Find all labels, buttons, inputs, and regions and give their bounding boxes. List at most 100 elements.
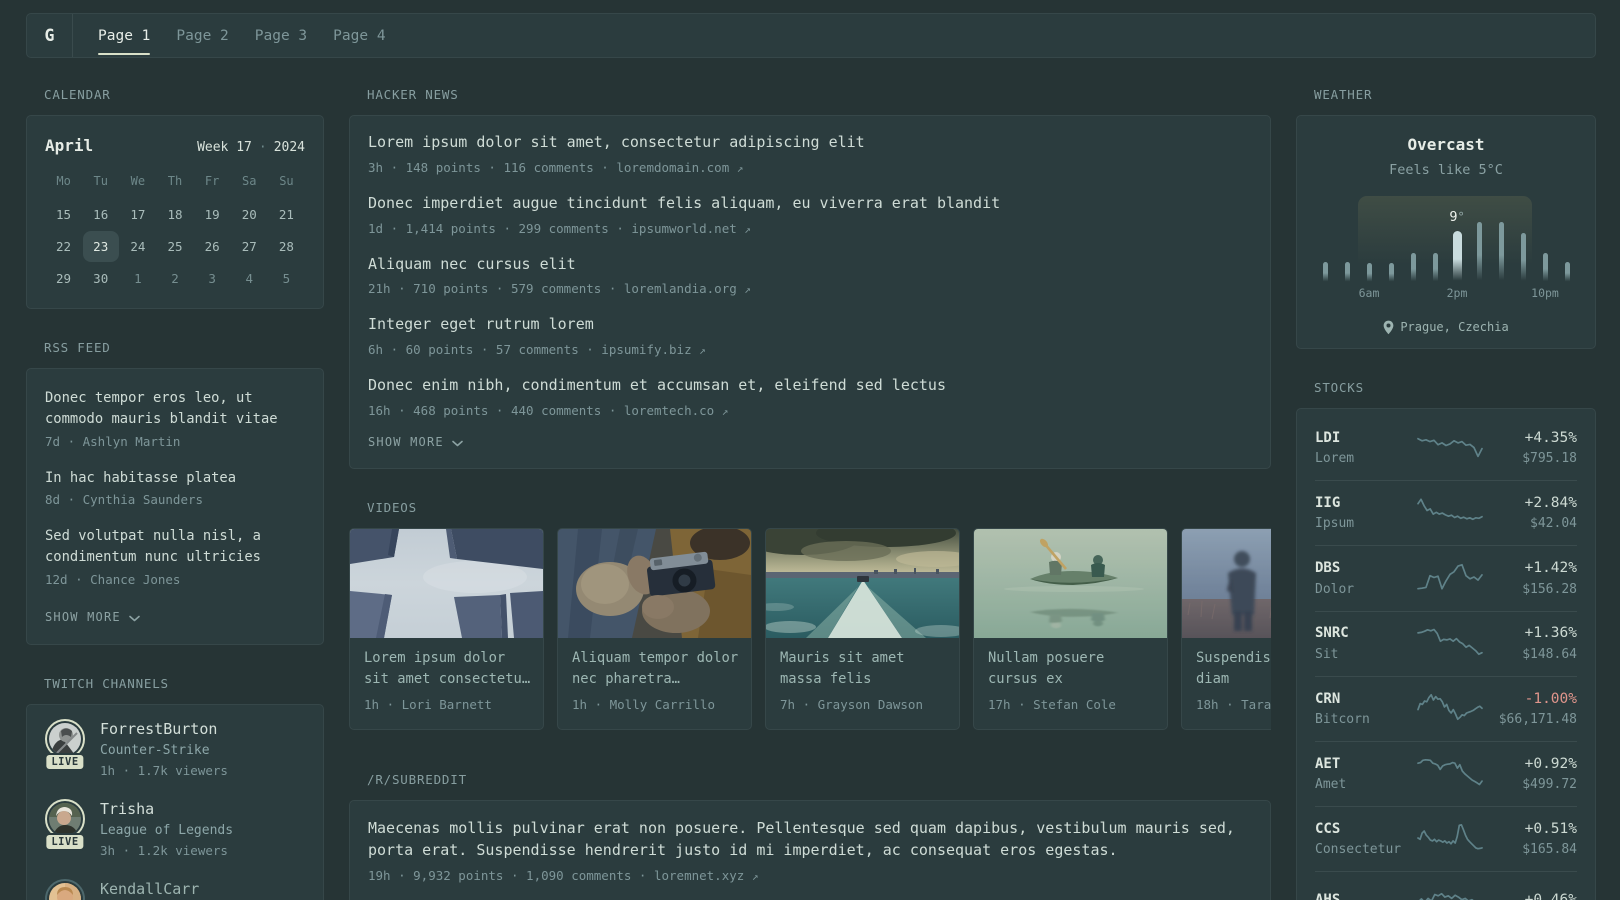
stock-symbol[interactable]: AHS — [1315, 892, 1417, 900]
calendar-day[interactable]: 25 — [156, 230, 193, 262]
calendar-day[interactable]: 18 — [156, 198, 193, 230]
video-thumbnail[interactable] — [974, 529, 1167, 639]
calendar-day[interactable]: 15 — [45, 198, 82, 230]
calendar-day[interactable]: 30 — [82, 262, 119, 294]
rss-item-title[interactable]: Donec tempor eros leo, ut commodo mauris… — [45, 388, 305, 430]
title-line-1: Aliquam tempor dolor — [572, 650, 739, 667]
calendar-day[interactable]: 19 — [194, 198, 231, 230]
calendar-day[interactable]: 16 — [82, 198, 119, 230]
calendar-day[interactable]: 17 — [119, 198, 156, 230]
rss-show-more-button[interactable]: SHOW MORE — [45, 610, 305, 625]
stock-symbol[interactable]: IIG — [1315, 495, 1417, 513]
channel-category[interactable]: League of Legends — [100, 823, 233, 839]
calendar-week-year: Week 17 · 2024 — [197, 140, 305, 155]
reddit-post-title[interactable]: Maecenas mollis pulvinar erat non posuer… — [368, 817, 1252, 862]
video-meta[interactable]: 18h · Tara — [1196, 697, 1271, 712]
hn-story-meta[interactable]: 21h · 710 points · 579 comments · loreml… — [368, 280, 1252, 298]
video-thumbnail[interactable] — [766, 529, 959, 639]
calendar-day[interactable]: 21 — [268, 198, 305, 230]
video-thumbnail[interactable] — [350, 529, 543, 639]
twitch-card: LIVE ForrestBurton Counter-Strike 1h · 1… — [26, 704, 324, 900]
hn-story-meta[interactable]: 1d · 1,414 points · 299 comments · ipsum… — [368, 220, 1252, 238]
hn-story-title[interactable]: Donec enim nibh, condimentum et accumsan… — [368, 375, 1252, 397]
calendar-day[interactable]: 5 — [268, 262, 305, 294]
hn-story-title[interactable]: Donec imperdiet augue tincidunt felis al… — [368, 193, 1252, 215]
stocks-card: LDI Lorem +4.35% $795.18 IIG Ipsum +2.84… — [1296, 408, 1596, 900]
weather-bar — [1410, 253, 1416, 282]
channel-avatar[interactable]: LIVE — [44, 719, 86, 771]
rss-item-title[interactable]: In hac habitasse platea — [45, 468, 305, 489]
rss-item: In hac habitasse platea 8d · Cynthia Sau… — [45, 468, 305, 509]
day-number: 26 — [204, 238, 220, 254]
weather-feels-like: Feels like 5°C — [1389, 161, 1503, 178]
app-logo[interactable]: G — [27, 14, 73, 57]
nav-tab-page-4[interactable]: Page 4 — [333, 14, 385, 57]
hn-story-meta[interactable]: 6h · 60 points · 57 comments · ipsumify.… — [368, 341, 1252, 359]
calendar-day[interactable]: 26 — [194, 230, 231, 262]
calendar-day[interactable]: 4 — [231, 262, 268, 294]
rss-item-title[interactable]: Sed volutpat nulla nisl, a condimentum n… — [45, 526, 305, 568]
video-title[interactable]: Suspendisse diam — [1196, 648, 1271, 690]
avatar-ring — [45, 879, 85, 900]
hn-story-title[interactable]: Integer eget rutrum lorem — [368, 314, 1252, 336]
stock-symbol[interactable]: CCS — [1315, 821, 1417, 839]
nav-tab-page-1[interactable]: Page 1 — [98, 14, 151, 57]
stock-symbol[interactable]: LDI — [1315, 430, 1417, 448]
nav-tab-page-3[interactable]: Page 3 — [255, 14, 307, 57]
video-meta[interactable]: 17h · Stefan Cole — [988, 697, 1153, 712]
calendar-day[interactable]: 29 — [45, 262, 82, 294]
calendar-day[interactable]: 20 — [231, 198, 268, 230]
stock-symbol[interactable]: AET — [1315, 756, 1417, 774]
weather-location[interactable]: Prague, Czechia — [1313, 319, 1579, 335]
channel-category[interactable]: Counter-Strike — [100, 743, 228, 759]
video-thumbnail[interactable] — [1182, 529, 1271, 639]
calendar-day[interactable]: 23 — [82, 230, 119, 262]
hn-story-title[interactable]: Aliquam nec cursus elit — [368, 254, 1252, 276]
video-title[interactable]: Aliquam tempor dolor nec pharetra… — [572, 648, 739, 690]
hn-story-title[interactable]: Lorem ipsum dolor sit amet, consectetur … — [368, 132, 1252, 154]
channel-name[interactable]: Trisha — [100, 800, 233, 818]
hn-story-meta[interactable]: 16h · 468 points · 440 comments · loremt… — [368, 402, 1252, 420]
channel-avatar[interactable]: LIVE — [44, 799, 86, 851]
calendar-day[interactable]: 2 — [156, 262, 193, 294]
channel-avatar-art — [49, 803, 81, 835]
stock-company-name: Amet — [1315, 777, 1347, 793]
calendar-day[interactable]: 22 — [45, 230, 82, 262]
stock-company-name: Dolor — [1315, 581, 1355, 597]
hn-story-meta[interactable]: 3h · 148 points · 116 comments · loremdo… — [368, 159, 1252, 177]
calendar-day[interactable]: 1 — [119, 262, 156, 294]
stock-symbol[interactable]: SNRC — [1315, 625, 1417, 643]
video-thumbnail[interactable] — [558, 529, 751, 639]
channel-avatar[interactable] — [45, 879, 85, 900]
stock-symbol[interactable]: DBS — [1315, 560, 1417, 578]
calendar-day[interactable]: 24 — [119, 230, 156, 262]
channel-name[interactable]: KendallCarr — [100, 880, 199, 898]
video-thumbnail-art — [766, 529, 959, 639]
video-meta[interactable]: 7h · Grayson Dawson — [780, 697, 945, 712]
day-number: 15 — [56, 206, 72, 222]
video-meta[interactable]: 1h · Lori Barnett — [364, 697, 529, 712]
stock-change-percent: -1.00% — [1524, 690, 1577, 707]
calendar-day[interactable]: 28 — [268, 230, 305, 262]
page-tabs: Page 1 Page 2 Page 3 Page 4 — [98, 14, 386, 57]
stocks-widget: STOCKS LDI Lorem +4.35% $795.18 IIG Ipsu… — [1296, 380, 1596, 900]
rss-item-meta: 12d · Chance Jones — [45, 571, 181, 587]
reddit-post-meta[interactable]: 19h · 9,932 points · 1,090 comments · lo… — [368, 867, 1252, 885]
nav-tab-page-2[interactable]: Page 2 — [176, 14, 228, 57]
twitch-channel-row: LIVE ForrestBurton Counter-Strike 1h · 1… — [44, 719, 305, 779]
hn-show-more-button[interactable]: SHOW MORE — [368, 435, 1252, 450]
video-title[interactable]: Mauris sit amet massa felis — [780, 648, 945, 690]
stock-symbol[interactable]: CRN — [1315, 691, 1417, 709]
widget-label-rss: RSS FEED — [44, 340, 111, 355]
hn-story: Aliquam nec cursus elit 21h · 710 points… — [368, 254, 1252, 299]
video-meta[interactable]: 1h · Molly Carrillo — [572, 697, 737, 712]
video-title[interactable]: Nullam posuere cursus ex — [988, 648, 1153, 690]
calendar-day[interactable]: 3 — [194, 262, 231, 294]
video-title[interactable]: Lorem ipsum dolor sit amet consectetu… — [364, 648, 530, 690]
stock-row: CCS Consectetur +0.51% $165.84 — [1315, 806, 1577, 871]
channel-name[interactable]: ForrestBurton — [100, 720, 228, 738]
channel-info: KendallCarr — [100, 879, 199, 898]
rss-widget: RSS FEED Donec tempor eros leo, ut commo… — [26, 340, 324, 645]
calendar-day[interactable]: 27 — [231, 230, 268, 262]
weekday-label: Su — [279, 174, 294, 188]
